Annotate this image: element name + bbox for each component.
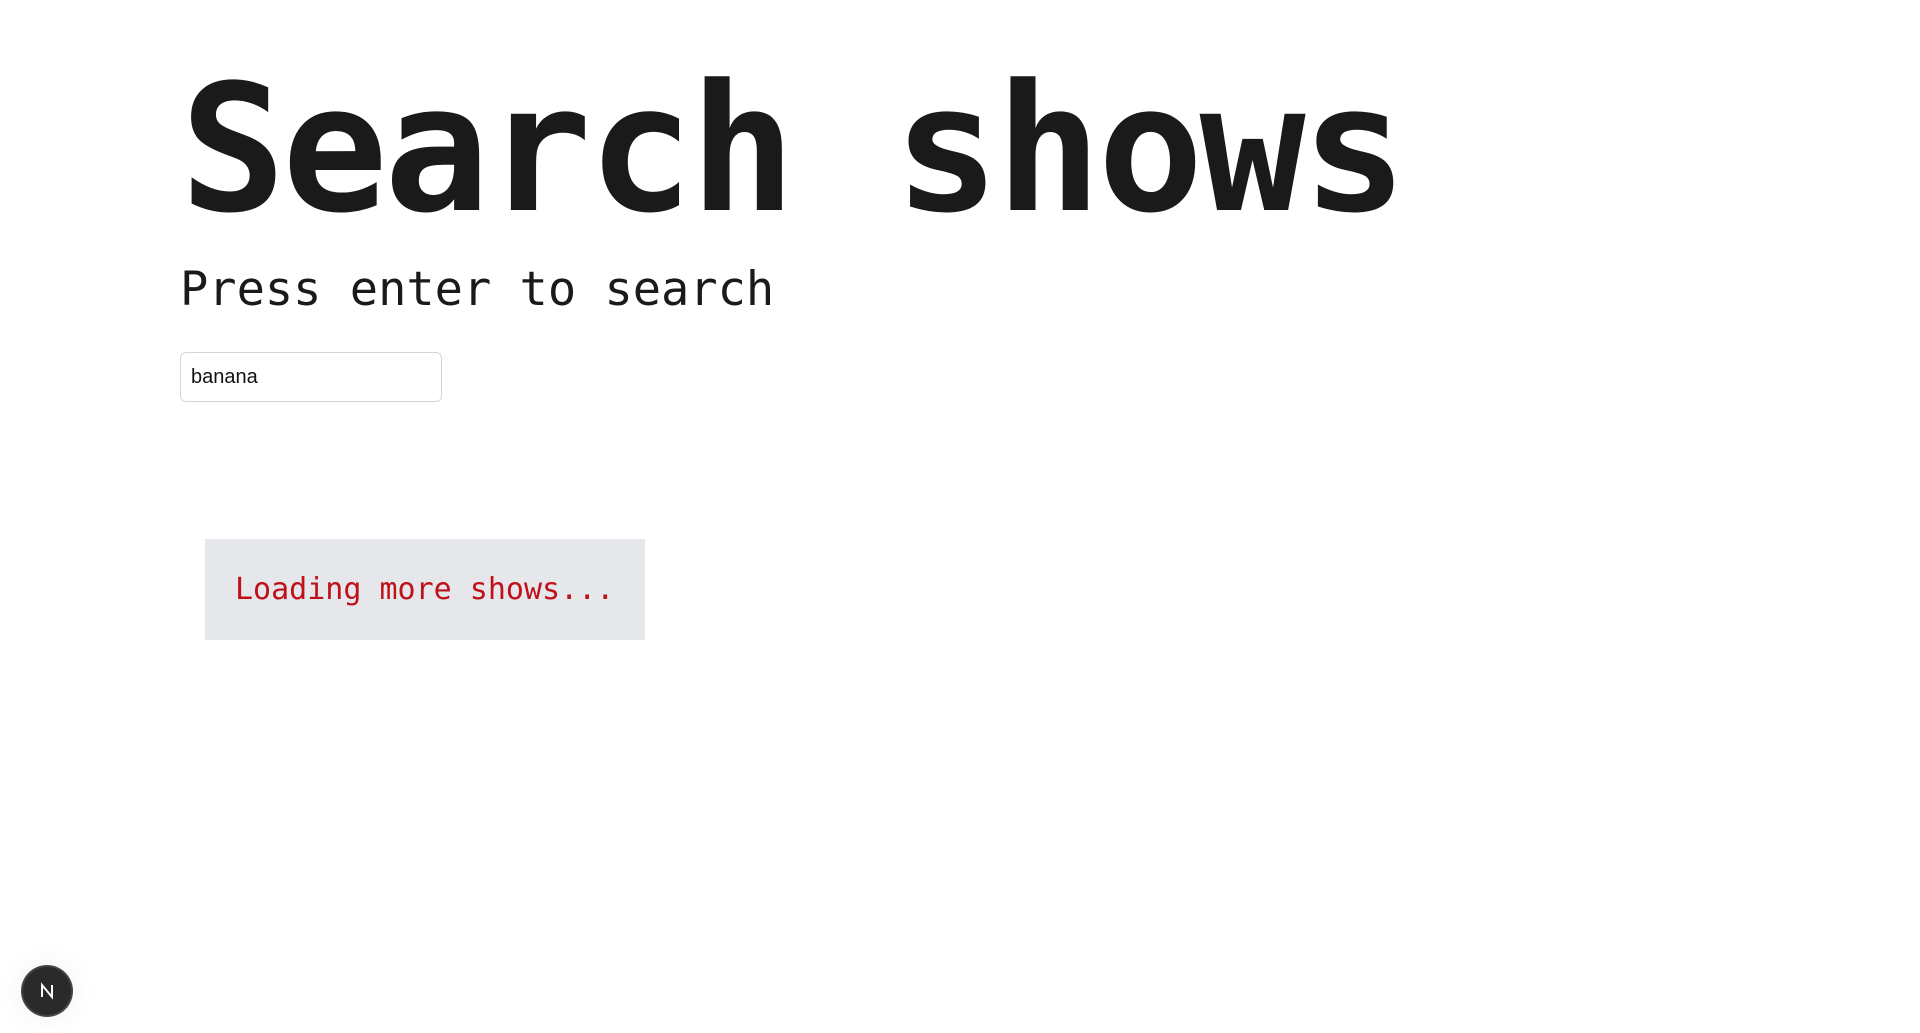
nextjs-devtools-button[interactable] (23, 967, 71, 1015)
loading-text: Loading more shows... (235, 572, 615, 607)
page-title: Search shows (180, 47, 1408, 252)
loading-indicator: Loading more shows... (205, 539, 645, 640)
nextjs-logo-icon (41, 982, 53, 1000)
search-instructions: Press enter to search (180, 262, 775, 317)
page: Search shows Press enter to search Loadi… (0, 0, 1920, 1033)
search-input[interactable] (180, 352, 442, 402)
